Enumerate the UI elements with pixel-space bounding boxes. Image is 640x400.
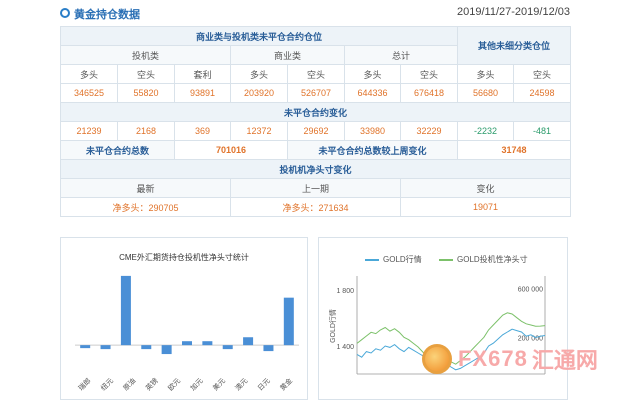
bar-chart: 瑞郎 纽元 原油 英镑 欧元 加元 美元 澳元 日元 黄金 xyxy=(75,275,299,393)
right-tick-label: 600 000 xyxy=(518,286,543,293)
change-cell: -2232 xyxy=(457,121,515,141)
net-prev-value: 净多头：271634 xyxy=(230,197,401,217)
bar-category-label: 纽元 xyxy=(99,376,115,392)
bar-category-label: 澳元 xyxy=(233,376,249,392)
bar xyxy=(263,345,274,352)
col-spread: 套利 xyxy=(174,64,231,84)
group-total: 总计 xyxy=(343,45,459,65)
section-net: 投机机净头寸变化 xyxy=(59,159,572,179)
bar xyxy=(161,345,172,355)
section-main: 商业类与投机类未平仓合约仓位 xyxy=(59,26,459,46)
bar xyxy=(243,337,254,346)
bar xyxy=(100,345,111,350)
bar xyxy=(202,341,213,346)
value-cell: 55820 xyxy=(117,83,175,103)
change-cell: 2168 xyxy=(117,121,175,141)
bar-category-label: 欧元 xyxy=(166,376,182,392)
bar xyxy=(222,345,233,350)
value-cell: 644336 xyxy=(344,83,401,103)
net-latest-value: 净多头：290705 xyxy=(60,197,231,217)
change-cell: -481 xyxy=(513,121,572,141)
col-long: 多头 xyxy=(230,64,288,84)
col-short: 空头 xyxy=(399,64,459,84)
page-title: 黄金持仓数据 xyxy=(74,9,140,21)
bar xyxy=(120,275,131,346)
watermark-cn: 汇通网 xyxy=(531,348,598,373)
left-tick-label: 1 800 xyxy=(336,288,354,295)
oi-change-label: 未平仓合约总数较上周变化 xyxy=(286,140,459,160)
bar-category-label: 加元 xyxy=(188,376,204,392)
watermark-brand: FX678 xyxy=(458,346,528,371)
value-cell: 56680 xyxy=(457,83,515,103)
logo-icon xyxy=(422,344,452,374)
bar xyxy=(182,341,192,346)
change-cell: 33980 xyxy=(344,121,401,141)
change-cell: 29692 xyxy=(287,121,345,141)
bar xyxy=(80,345,91,349)
bar-category-label: 瑞郎 xyxy=(76,376,92,392)
gold-line-chart-panel: GOLD行情 GOLD投机性净头寸 1 800 1 400 600 000 200 0… xyxy=(318,237,568,400)
change-cell: 369 xyxy=(174,121,231,141)
col-long: 多头 xyxy=(344,64,401,84)
bar-category-label: 美元 xyxy=(211,376,227,392)
section-other: 其他未细分类仓位 xyxy=(457,26,572,65)
value-cell: 526707 xyxy=(287,83,345,103)
col-long: 多头 xyxy=(60,64,118,84)
net-position-bar-chart-panel: CME外汇期货持仓投机性净头寸统计 瑞郎 纽元 原油 英镑 欧元 加元 美元 澳元 日元 黄金 xyxy=(60,237,308,400)
change-cell: 21239 xyxy=(60,121,118,141)
net-change-label: 变化 xyxy=(399,178,572,198)
value-cell: 24598 xyxy=(513,83,572,103)
col-short: 空头 xyxy=(513,64,572,84)
value-cell: 346525 xyxy=(60,83,118,103)
y-axis-label: GOLD行情 xyxy=(328,309,337,343)
bar-category-label: 原油 xyxy=(121,376,137,392)
col-long: 多头 xyxy=(457,64,515,84)
group-comm: 商业类 xyxy=(230,45,345,65)
fx678-watermark: FX678 汇通网 xyxy=(422,343,598,375)
bar-category-label: 英镑 xyxy=(144,376,160,392)
positions-table: 商业类与投机类未平仓合约仓位 其他未细分类仓位 投机类 商业类 总计 多头 空头… xyxy=(59,26,572,217)
date-range: 2019/11/27-2019/12/03 xyxy=(457,6,570,18)
bar xyxy=(141,345,152,350)
oi-total-value: 701016 xyxy=(174,140,288,160)
oi-change-value: 31748 xyxy=(457,140,572,160)
left-tick-label: 1 400 xyxy=(336,344,354,351)
net-latest-label: 最新 xyxy=(60,178,231,198)
col-short: 空头 xyxy=(117,64,175,84)
value-cell: 93891 xyxy=(174,83,231,103)
page-header: 黄金持仓数据 2019/11/27-2019/12/03 xyxy=(0,0,640,26)
bar-category-label: 日元 xyxy=(256,377,272,393)
col-short: 空头 xyxy=(287,64,345,84)
value-cell: 676418 xyxy=(399,83,459,103)
value-cell: 203920 xyxy=(230,83,288,103)
section-change: 未平仓合约变化 xyxy=(59,102,572,122)
oi-total-label: 未平仓合约总数 xyxy=(60,140,175,160)
group-spec: 投机类 xyxy=(60,45,231,65)
circle-icon xyxy=(60,8,70,18)
bar xyxy=(283,297,294,346)
net-change-value: 19071 xyxy=(399,197,572,217)
change-cell: 32229 xyxy=(399,121,459,141)
change-cell: 12372 xyxy=(230,121,288,141)
bar-category-label: 黄金 xyxy=(278,376,294,392)
net-prev-label: 上一期 xyxy=(230,178,401,198)
